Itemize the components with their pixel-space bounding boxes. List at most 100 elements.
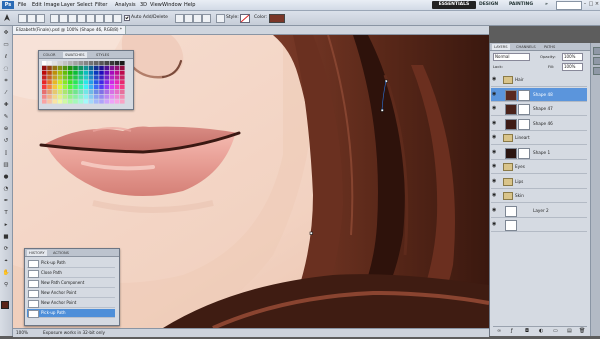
swatch-cell[interactable] <box>83 94 89 99</box>
swatch-cell[interactable] <box>42 80 47 85</box>
swatch-cell[interactable] <box>99 99 104 104</box>
swatch-cell[interactable] <box>47 61 52 66</box>
healing-tool-icon[interactable]: ✚ <box>2 102 10 109</box>
pen-tool-icon[interactable]: ✒ <box>2 198 10 205</box>
swatch-cell[interactable] <box>42 65 47 70</box>
visibility-eye-icon[interactable]: ◉ <box>492 77 497 82</box>
menu-item-3d[interactable]: 3D <box>140 1 147 9</box>
lasso-tool-icon[interactable]: ℓ <box>2 54 10 61</box>
swatch-cell[interactable] <box>83 75 89 80</box>
paths-button[interactable] <box>27 14 36 23</box>
swatch-cell[interactable] <box>78 99 83 104</box>
visibility-eye-icon[interactable]: ◉ <box>492 106 497 111</box>
history-brush-tool-icon[interactable]: ↺ <box>2 138 10 145</box>
swatch-cell[interactable] <box>109 89 115 94</box>
swatch-cell[interactable] <box>83 70 89 75</box>
swatch-cell[interactable] <box>78 80 83 85</box>
swatch-cell[interactable] <box>52 65 57 70</box>
swatch-cell[interactable] <box>62 89 68 94</box>
swatch-cell[interactable] <box>57 85 63 90</box>
swatch-cell[interactable] <box>73 61 78 66</box>
menu-item-analysis[interactable]: Analysis <box>115 1 136 9</box>
swatch-cell[interactable] <box>83 80 89 85</box>
swatch-cell[interactable] <box>109 61 115 66</box>
freeform-pen-button[interactable] <box>59 14 68 23</box>
swatch-cell[interactable] <box>47 75 52 80</box>
swatch-cell[interactable] <box>114 99 120 104</box>
fill-pixels-button[interactable] <box>36 14 45 23</box>
swatch-cell[interactable] <box>109 85 115 90</box>
swatch-cell[interactable] <box>88 85 94 90</box>
swatch-cell[interactable] <box>94 65 99 70</box>
vector-mask-thumbnail[interactable] <box>518 89 530 101</box>
swatch-cell[interactable] <box>83 89 89 94</box>
tab-channels[interactable]: CHANNELS <box>514 44 538 50</box>
dock-panel-icon[interactable] <box>593 67 600 75</box>
swatch-cell[interactable] <box>62 65 68 70</box>
swatch-cell[interactable] <box>114 94 120 99</box>
workspace-essentials-button[interactable]: ESSENTIALS <box>432 1 476 9</box>
swatch-cell[interactable] <box>57 80 63 85</box>
eyedropper-tool-icon[interactable]: ⁄ <box>2 90 10 97</box>
pen-tool-button[interactable] <box>50 14 59 23</box>
subtract-shape-button[interactable] <box>184 14 193 23</box>
visibility-eye-icon[interactable]: ◉ <box>492 222 497 227</box>
swatch-cell[interactable] <box>114 61 120 66</box>
swatch-cell[interactable] <box>47 70 52 75</box>
swatch-cell[interactable] <box>94 75 99 80</box>
3d-rotate-tool-icon[interactable]: ⟳ <box>2 246 10 253</box>
swatch-cell[interactable] <box>73 80 78 85</box>
vector-mask-thumbnail[interactable] <box>518 118 530 130</box>
pen-tool-preset-icon[interactable] <box>3 13 12 22</box>
swatch-cell[interactable] <box>88 94 94 99</box>
swatch-cell[interactable] <box>88 65 94 70</box>
swatch-cell[interactable] <box>94 61 99 66</box>
visibility-eye-icon[interactable]: ◉ <box>492 178 497 183</box>
swatch-cell[interactable] <box>68 75 73 80</box>
swatch-cell[interactable] <box>57 70 63 75</box>
intersect-shape-button[interactable] <box>193 14 202 23</box>
swatch-cell[interactable] <box>94 80 99 85</box>
opacity-field[interactable]: 100% <box>562 53 583 61</box>
menu-item-layer[interactable]: Layer <box>61 1 75 9</box>
swatch-cell[interactable] <box>114 80 120 85</box>
swatch-cell[interactable] <box>42 85 47 90</box>
visibility-eye-icon[interactable]: ◉ <box>492 193 497 198</box>
history-item[interactable]: New Anchor Point <box>27 289 115 298</box>
menu-item-window[interactable]: Window <box>162 1 182 9</box>
link-style-button[interactable] <box>216 14 225 23</box>
brush-tool-icon[interactable]: ✎ <box>2 114 10 121</box>
swatch-cell[interactable] <box>62 70 68 75</box>
swatch-cell[interactable] <box>88 61 94 66</box>
visibility-eye-icon[interactable]: ◉ <box>492 135 497 140</box>
swatch-cell[interactable] <box>104 75 109 80</box>
swatch-cell[interactable] <box>109 80 115 85</box>
swatch-cell[interactable] <box>109 94 115 99</box>
menu-item-file[interactable]: File <box>18 1 26 9</box>
swatch-cell[interactable] <box>78 70 83 75</box>
swatch-cell[interactable] <box>42 89 47 94</box>
foreground-color-swatch[interactable] <box>1 301 9 309</box>
tab-actions[interactable]: ACTIONS <box>51 250 71 256</box>
add-to-shape-button[interactable] <box>175 14 184 23</box>
swatch-cell[interactable] <box>114 75 120 80</box>
swatch-cell[interactable] <box>73 70 78 75</box>
polygon-tool-button[interactable] <box>95 14 104 23</box>
swatch-cell[interactable] <box>57 75 63 80</box>
link-layers-icon[interactable]: ∞ <box>497 328 501 334</box>
swatch-cell[interactable] <box>120 61 125 66</box>
dock-panel-icon[interactable] <box>593 57 600 65</box>
menu-item-view[interactable]: View <box>150 1 162 9</box>
move-tool-icon[interactable]: ✥ <box>2 30 10 37</box>
swatch-cell[interactable] <box>68 99 73 104</box>
swatch-cell[interactable] <box>73 89 78 94</box>
swatch-cell[interactable] <box>114 85 120 90</box>
swatch-cell[interactable] <box>68 65 73 70</box>
dock-panel-icon[interactable] <box>593 47 600 55</box>
layer-row[interactable]: ◉ Shape 1 <box>491 146 587 160</box>
swatch-cell[interactable] <box>52 75 57 80</box>
vector-mask-thumbnail[interactable] <box>518 147 530 159</box>
rectangle-tool-button[interactable] <box>68 14 77 23</box>
layer-row[interactable]: ◉ Shape 48 <box>491 87 587 102</box>
marquee-tool-icon[interactable]: ▭ <box>2 42 10 49</box>
